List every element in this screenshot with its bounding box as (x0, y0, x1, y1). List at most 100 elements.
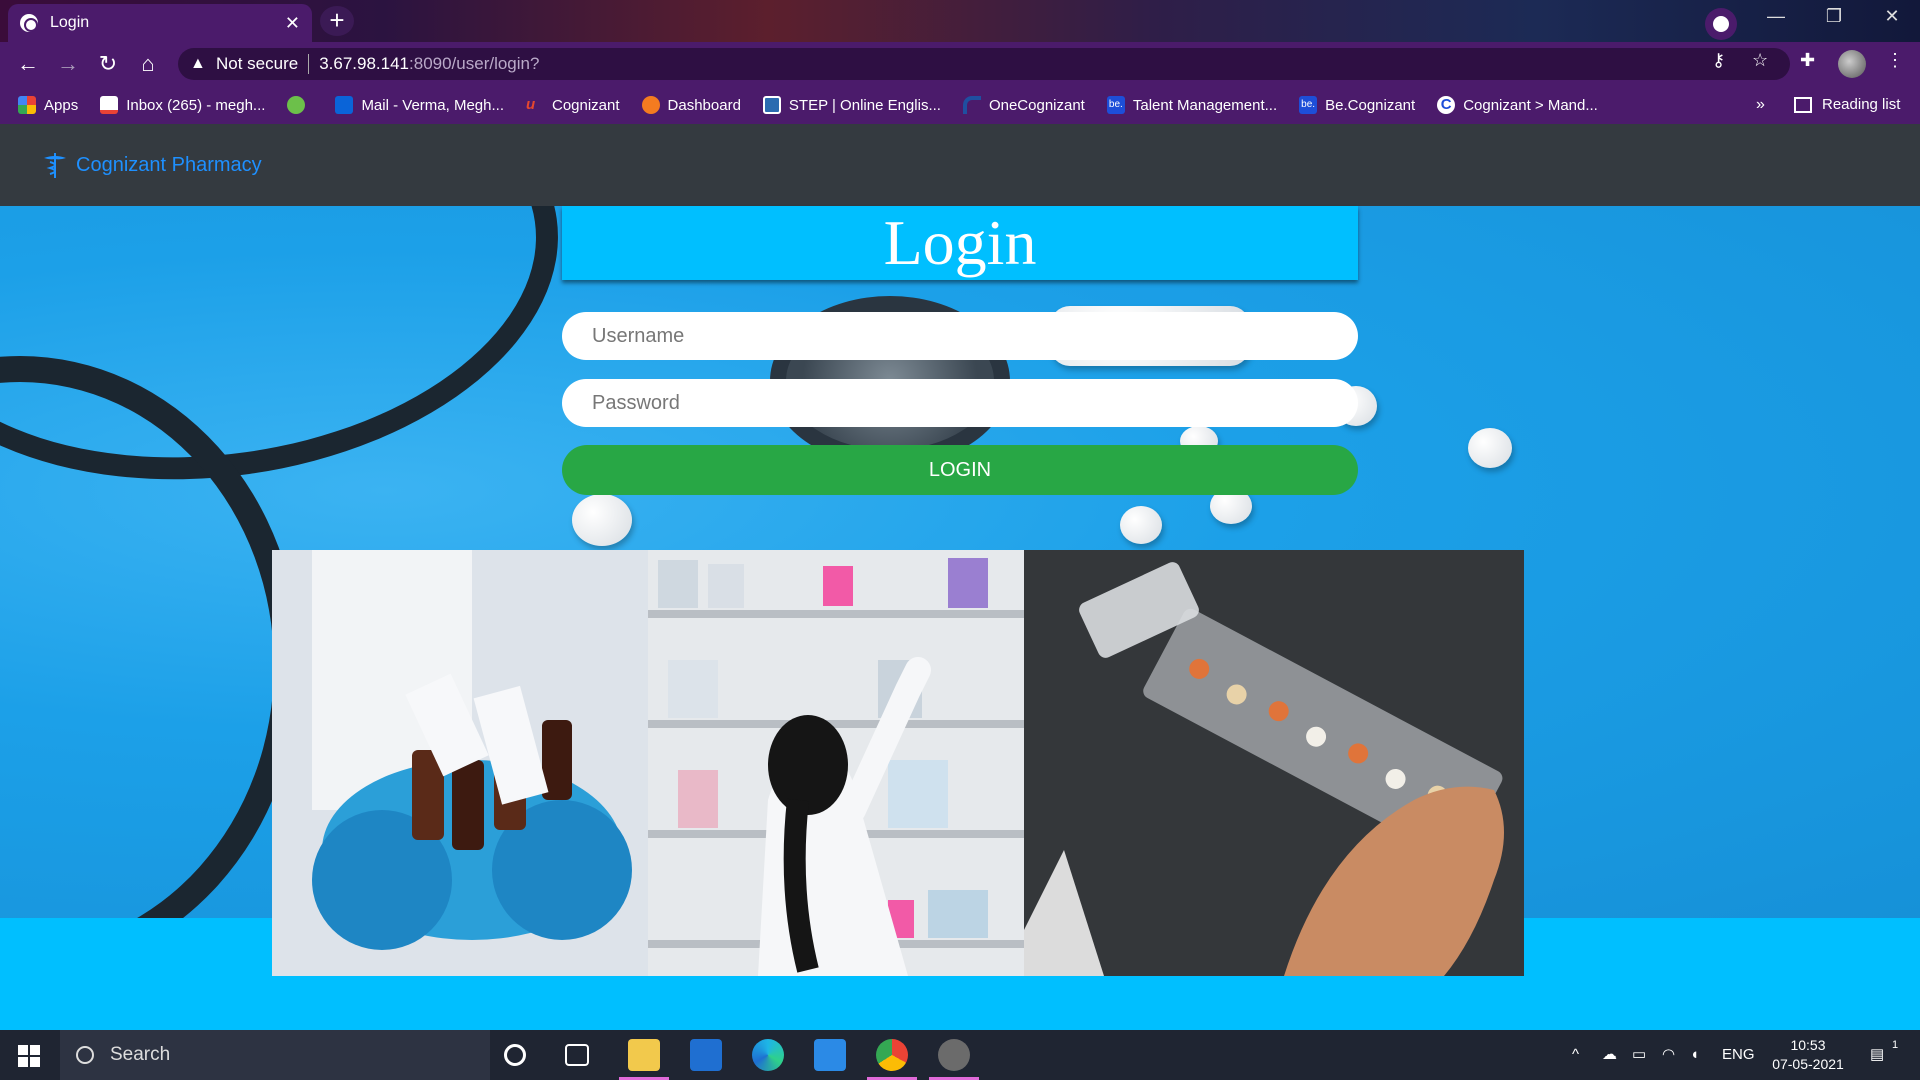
onedrive-cloud-icon[interactable]: ☁ (1602, 1030, 1617, 1080)
bookmark-label: Cognizant (551, 96, 620, 114)
login-button[interactable]: LOGIN (562, 445, 1358, 495)
bookmark-label: OneCognizant (988, 96, 1085, 114)
home-icon[interactable]: ⌂ (134, 50, 162, 78)
close-window-button[interactable]: ✕ (1872, 6, 1912, 27)
be-icon: be. (1106, 96, 1125, 114)
new-tab-button[interactable]: + (320, 6, 354, 36)
be-icon: be. (1299, 96, 1318, 114)
bookmark-cognizant-mand[interactable]: C Cognizant > Mand... (1437, 96, 1598, 114)
taskbar-search-box[interactable]: Search (60, 1030, 490, 1080)
edge-icon[interactable] (752, 1039, 784, 1071)
password-input[interactable] (562, 379, 1358, 427)
green-leaf-icon (287, 96, 306, 114)
reading-list-icon (1794, 97, 1812, 113)
bookmarks-overflow-chevron[interactable]: » (1756, 86, 1765, 124)
bookmark-mail[interactable]: Mail - Verma, Megh... (335, 96, 504, 114)
taskbar-search-label: Search (110, 1044, 171, 1065)
extensions-puzzle-icon[interactable]: ✚ (1800, 50, 1815, 71)
white-pill-illustration (572, 494, 632, 546)
clock-date: 07-05-2021 (1772, 1056, 1844, 1072)
reading-list-button[interactable]: Reading list (1794, 86, 1900, 124)
bookmark-onecognizant[interactable]: OneCognizant (962, 96, 1085, 114)
profile-avatar[interactable] (1838, 50, 1866, 78)
bookmark-apps[interactable]: Apps (18, 96, 78, 114)
site-navbar: Cognizant Pharmacy (0, 124, 1920, 206)
pharmacist-at-shelves-photo (648, 550, 1024, 976)
brand-link[interactable]: Cognizant Pharmacy (40, 150, 262, 180)
pharmacy-photo-gallery (272, 550, 1524, 976)
bookmark-cognizant[interactable]: u Cognizant (526, 96, 620, 114)
file-explorer-icon[interactable] (628, 1039, 660, 1071)
username-input[interactable] (562, 312, 1358, 360)
url-path: :8090/user/login? (409, 54, 540, 73)
reload-icon[interactable]: ↻ (94, 50, 122, 78)
minimize-button[interactable]: — (1756, 6, 1796, 27)
cognizant-script-icon: u (525, 96, 536, 113)
mail-icon[interactable] (814, 1039, 846, 1071)
reading-list-label: Reading list (1822, 96, 1901, 113)
bookmark-green-leaf[interactable] (287, 96, 313, 114)
show-hidden-icons-chevron-icon[interactable]: ^ (1572, 1030, 1579, 1080)
browser-toolbar: ← → ↻ ⌂ ▲ Not secure 3.67.98.141 :8090/u… (0, 42, 1920, 86)
wifi-icon[interactable]: ◠ (1662, 1030, 1675, 1080)
warning-triangle-icon: ▲ (190, 55, 206, 72)
battery-icon[interactable]: ▭ (1632, 1030, 1646, 1080)
address-bar[interactable]: ▲ Not secure 3.67.98.141 :8090/user/logi… (178, 48, 1790, 80)
bookmark-be-cognizant[interactable]: be. Be.Cognizant (1299, 96, 1415, 114)
bookmark-label: Be.Cognizant (1325, 96, 1416, 114)
windows-taskbar: Search ^ ☁ ▭ ◠ ◖ ENG 10:53 07-05-2021 ▤ … (0, 1030, 1920, 1080)
restore-button[interactable]: ❐ (1814, 6, 1854, 27)
white-pill-illustration (1468, 428, 1512, 468)
microsoft-store-icon[interactable] (690, 1039, 722, 1071)
bookmarks-bar: Apps Inbox (265) - megh... Mail - Verma,… (0, 86, 1920, 124)
omnibox-separator (308, 54, 310, 74)
language-indicator[interactable]: ENG (1722, 1030, 1755, 1080)
tab-search-icon[interactable] (1705, 8, 1737, 40)
browser-tab-login[interactable]: Login ✕ (8, 4, 312, 42)
bookmark-label: Inbox (265) - megh... (126, 96, 266, 114)
url-host: 3.67.98.141 (319, 54, 410, 73)
bookmark-step[interactable]: STEP | Online Englis... (762, 96, 941, 114)
dashboard-icon (641, 96, 660, 114)
search-icon (76, 1046, 94, 1064)
back-arrow-icon[interactable]: ← (14, 50, 42, 78)
gear-app-icon[interactable] (938, 1039, 970, 1071)
forward-arrow-icon[interactable]: → (54, 50, 82, 78)
bookmark-label: Cognizant > Mand... (1463, 96, 1598, 114)
bookmark-label: STEP | Online Englis... (788, 96, 941, 114)
brand-name: Cognizant Pharmacy (76, 153, 262, 176)
close-tab-icon[interactable]: ✕ (285, 13, 300, 34)
menu-kebab-icon[interactable]: ⋮ (1886, 50, 1904, 71)
caduceus-logo-icon (44, 153, 66, 178)
cognizant-c-icon: C (1437, 96, 1456, 114)
windows-start-icon[interactable] (18, 1045, 40, 1067)
browser-tab-strip: Login ✕ + — ❐ ✕ (0, 0, 1920, 42)
clock-time: 10:53 (1790, 1037, 1826, 1053)
not-secure-label[interactable]: Not secure (216, 54, 298, 74)
globe-favicon-icon (20, 14, 38, 32)
bookmark-label: Talent Management... (1132, 96, 1278, 114)
page-viewport: Cognizant Pharmacy Login LOGIN (0, 124, 1920, 1030)
pill-organizer-photo (1024, 550, 1524, 976)
bookmark-star-icon[interactable]: ☆ (1752, 50, 1768, 71)
bookmark-dashboard[interactable]: Dashboard (641, 96, 741, 114)
task-view-icon[interactable] (565, 1044, 589, 1066)
volume-icon[interactable]: ◖ (1690, 1030, 1699, 1080)
chrome-icon[interactable] (876, 1039, 908, 1071)
bookmark-label: Dashboard (667, 96, 741, 114)
bookmark-talent-management[interactable]: be. Talent Management... (1106, 96, 1278, 114)
key-icon[interactable]: ⚷ (1712, 50, 1725, 71)
gmail-icon (100, 96, 119, 114)
bookmark-label: Apps (44, 96, 79, 114)
step-icon (762, 96, 781, 114)
apps-grid-icon (18, 96, 36, 114)
bookmark-inbox[interactable]: Inbox (265) - megh... (100, 96, 265, 114)
cortana-icon[interactable] (504, 1044, 526, 1066)
system-clock[interactable]: 10:53 07-05-2021 (1766, 1036, 1850, 1074)
white-pill-illustration (1120, 506, 1162, 544)
notification-center-icon[interactable]: ▤ (1870, 1030, 1884, 1080)
login-title: Login (562, 206, 1358, 280)
medicine-in-gloved-hands-photo (272, 550, 648, 976)
onecognizant-icon (962, 96, 981, 114)
outlook-icon (335, 96, 354, 114)
